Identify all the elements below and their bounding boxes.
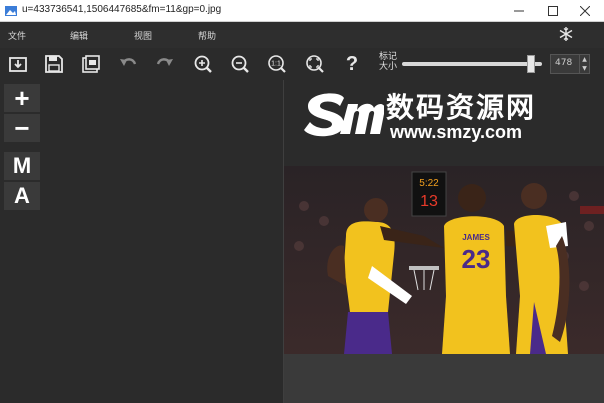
snowflake-icon[interactable] bbox=[558, 26, 574, 42]
save-as-button[interactable] bbox=[79, 52, 103, 76]
save-button[interactable] bbox=[42, 52, 66, 76]
actual-size-label: 1:1 bbox=[271, 61, 281, 68]
add-button[interactable]: + bbox=[4, 83, 40, 113]
marker-size-label: 标记 大小 bbox=[377, 52, 399, 72]
title-bar: u=433736541,1506447685&fm=11&gp=0.jpg bbox=[0, 0, 604, 22]
close-button[interactable] bbox=[566, 0, 604, 22]
site-watermark: 数码资源网 www.smzy.com bbox=[300, 84, 600, 148]
image-app-icon bbox=[5, 6, 17, 16]
actual-size-icon: 1:1 bbox=[268, 55, 286, 73]
basketball-photo: 5:22 13 JAMES 23 bbox=[284, 166, 604, 354]
maximize-icon bbox=[548, 6, 558, 16]
zoom-in-button[interactable] bbox=[191, 52, 215, 76]
watermark-logo bbox=[304, 93, 384, 137]
minimize-icon bbox=[514, 10, 524, 12]
zoom-in-icon bbox=[194, 55, 212, 73]
save-as-icon bbox=[82, 55, 100, 73]
fit-button[interactable] bbox=[303, 52, 327, 76]
remove-button[interactable]: − bbox=[4, 113, 40, 143]
canvas-lower-area bbox=[284, 354, 604, 403]
window-title: u=433736541,1506447685&fm=11&gp=0.jpg bbox=[22, 4, 222, 15]
watermark-cn-text: 数码资源网 bbox=[386, 91, 537, 124]
jersey-name: JAMES bbox=[462, 233, 490, 242]
a-button[interactable]: A bbox=[4, 182, 40, 210]
loaded-image[interactable]: 5:22 13 JAMES 23 bbox=[284, 166, 604, 354]
zoom-out-button[interactable] bbox=[228, 52, 252, 76]
marker-size-slider-thumb[interactable] bbox=[526, 55, 535, 73]
menu-view[interactable]: 视图 bbox=[134, 29, 152, 42]
undo-icon bbox=[120, 58, 137, 66]
marker-size-label-line2: 大小 bbox=[378, 62, 397, 72]
fit-to-window-icon bbox=[306, 55, 324, 73]
open-button[interactable] bbox=[6, 52, 30, 76]
menu-edit[interactable]: 编辑 bbox=[70, 29, 88, 42]
watermark-url-text: www.smzy.com bbox=[390, 122, 523, 142]
close-icon bbox=[580, 6, 590, 16]
scoreboard-bottom: 13 bbox=[420, 193, 438, 210]
actual-size-button[interactable]: 1:1 bbox=[265, 52, 289, 76]
minimize-button[interactable] bbox=[500, 0, 538, 22]
marker-size-stepper[interactable]: 478 ▲ ▼ bbox=[550, 54, 590, 74]
marker-size-slider[interactable] bbox=[402, 62, 542, 66]
jersey-number: 23 bbox=[462, 244, 491, 274]
marker-size-label-line1: 标记 bbox=[378, 52, 397, 62]
undo-button[interactable] bbox=[116, 52, 140, 76]
open-file-icon bbox=[9, 57, 27, 72]
menu-bar: 文件 编辑 视图 帮助 bbox=[0, 22, 604, 48]
menu-help[interactable]: 帮助 bbox=[198, 29, 216, 42]
save-icon bbox=[45, 55, 63, 73]
zoom-out-icon bbox=[231, 55, 249, 73]
m-button[interactable]: M bbox=[4, 152, 40, 180]
stepper-arrows[interactable]: ▲ ▼ bbox=[579, 55, 589, 73]
marker-size-value: 478 bbox=[555, 58, 573, 68]
help-button[interactable]: ? bbox=[340, 52, 364, 76]
scoreboard-top: 5:22 bbox=[419, 178, 439, 189]
menu-file[interactable]: 文件 bbox=[8, 29, 26, 42]
help-icon: ? bbox=[345, 52, 359, 75]
redo-button[interactable] bbox=[153, 52, 177, 76]
redo-icon bbox=[156, 58, 173, 66]
